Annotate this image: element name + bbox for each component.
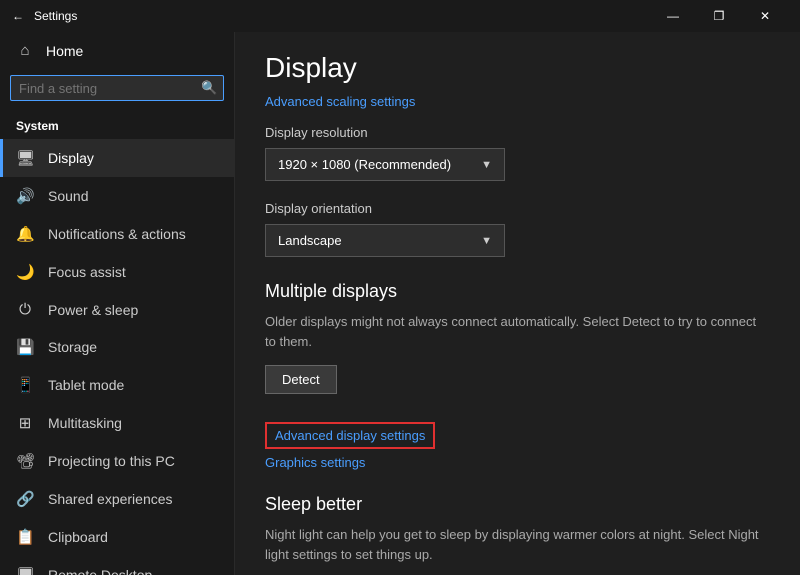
remote-icon: 🖥 (16, 566, 34, 575)
resolution-select[interactable]: 1920 × 1080 (Recommended) ▼ (265, 148, 505, 181)
advanced-display-settings-link[interactable]: Advanced display settings (265, 422, 435, 449)
sidebar-item-notifications-label: Notifications & actions (48, 226, 186, 242)
close-button[interactable]: ✕ (742, 0, 788, 32)
sidebar-item-power-label: Power & sleep (48, 302, 138, 318)
sidebar-item-power[interactable]: ⏻ Power & sleep (0, 291, 234, 328)
resolution-label: Display resolution (265, 125, 770, 140)
multitasking-icon: ⊞ (16, 414, 34, 432)
shared-icon: 🔗 (16, 490, 34, 508)
sidebar-item-clipboard-label: Clipboard (48, 529, 108, 545)
sidebar-item-storage-label: Storage (48, 339, 97, 355)
sidebar-home-label: Home (46, 43, 83, 59)
display-icon: 🖥 (16, 149, 34, 167)
sidebar: ⌂ Home 🔍 System 🖥 Display 🔊 Sound 🔔 Noti… (0, 32, 235, 575)
minimize-button[interactable]: — (650, 0, 696, 32)
search-input[interactable] (19, 81, 195, 96)
sidebar-item-shared-label: Shared experiences (48, 491, 173, 507)
clipboard-icon: 📋 (16, 528, 34, 546)
sidebar-item-tablet[interactable]: 📱 Tablet mode (0, 366, 234, 404)
multiple-displays-desc: Older displays might not always connect … (265, 312, 770, 351)
sleep-title: Sleep better (265, 494, 770, 515)
orientation-value: Landscape (278, 233, 342, 248)
main-layout: ⌂ Home 🔍 System 🖥 Display 🔊 Sound 🔔 Noti… (0, 32, 800, 575)
back-button[interactable]: ← (12, 9, 24, 23)
sidebar-item-projecting-label: Projecting to this PC (48, 453, 175, 469)
focus-icon: 🌙 (16, 263, 34, 281)
page-title: Display (265, 32, 770, 94)
titlebar-title: Settings (34, 9, 650, 23)
advanced-scaling-link[interactable]: Advanced scaling settings (265, 94, 770, 109)
tablet-icon: 📱 (16, 376, 34, 394)
detect-button[interactable]: Detect (265, 365, 337, 394)
sidebar-item-multitasking-label: Multitasking (48, 415, 122, 431)
sidebar-item-clipboard[interactable]: 📋 Clipboard (0, 518, 234, 556)
maximize-button[interactable]: ❐ (696, 0, 742, 32)
sidebar-item-sound[interactable]: 🔊 Sound (0, 177, 234, 215)
multiple-displays-title: Multiple displays (265, 281, 770, 302)
sidebar-item-display-label: Display (48, 150, 94, 166)
power-icon: ⏻ (16, 301, 34, 318)
sidebar-item-tablet-label: Tablet mode (48, 377, 124, 393)
storage-icon: 💾 (16, 338, 34, 356)
sleep-section: Sleep better Night light can help you ge… (265, 494, 770, 564)
orientation-select[interactable]: Landscape ▼ (265, 224, 505, 257)
resolution-arrow-icon: ▼ (481, 159, 492, 171)
content-area: Display Advanced scaling settings Displa… (235, 32, 800, 575)
home-icon: ⌂ (16, 42, 34, 59)
notifications-icon: 🔔 (16, 225, 34, 243)
sidebar-item-home[interactable]: ⌂ Home (0, 32, 234, 69)
orientation-label: Display orientation (265, 201, 770, 216)
sound-icon: 🔊 (16, 187, 34, 205)
sidebar-item-shared[interactable]: 🔗 Shared experiences (0, 480, 234, 518)
sidebar-item-multitasking[interactable]: ⊞ Multitasking (0, 404, 234, 442)
projecting-icon: 📽 (16, 452, 34, 470)
search-box[interactable]: 🔍 (10, 75, 224, 101)
sidebar-item-projecting[interactable]: 📽 Projecting to this PC (0, 442, 234, 480)
graphics-settings-link[interactable]: Graphics settings (265, 455, 770, 470)
resolution-group: Display resolution 1920 × 1080 (Recommen… (265, 125, 770, 181)
sidebar-section-label: System (0, 111, 234, 139)
search-icon: 🔍 (201, 80, 217, 96)
sidebar-item-focus[interactable]: 🌙 Focus assist (0, 253, 234, 291)
titlebar: ← Settings — ❐ ✕ (0, 0, 800, 32)
sidebar-item-focus-label: Focus assist (48, 264, 126, 280)
sidebar-item-notifications[interactable]: 🔔 Notifications & actions (0, 215, 234, 253)
orientation-arrow-icon: ▼ (481, 235, 492, 247)
window-controls: — ❐ ✕ (650, 0, 788, 32)
sidebar-item-display[interactable]: 🖥 Display (0, 139, 234, 177)
orientation-group: Display orientation Landscape ▼ (265, 201, 770, 257)
resolution-value: 1920 × 1080 (Recommended) (278, 157, 451, 172)
sidebar-item-remote[interactable]: 🖥 Remote Desktop (0, 556, 234, 575)
sidebar-item-remote-label: Remote Desktop (48, 567, 152, 575)
sleep-desc: Night light can help you get to sleep by… (265, 525, 770, 564)
sidebar-item-sound-label: Sound (48, 188, 88, 204)
sidebar-item-storage[interactable]: 💾 Storage (0, 328, 234, 366)
